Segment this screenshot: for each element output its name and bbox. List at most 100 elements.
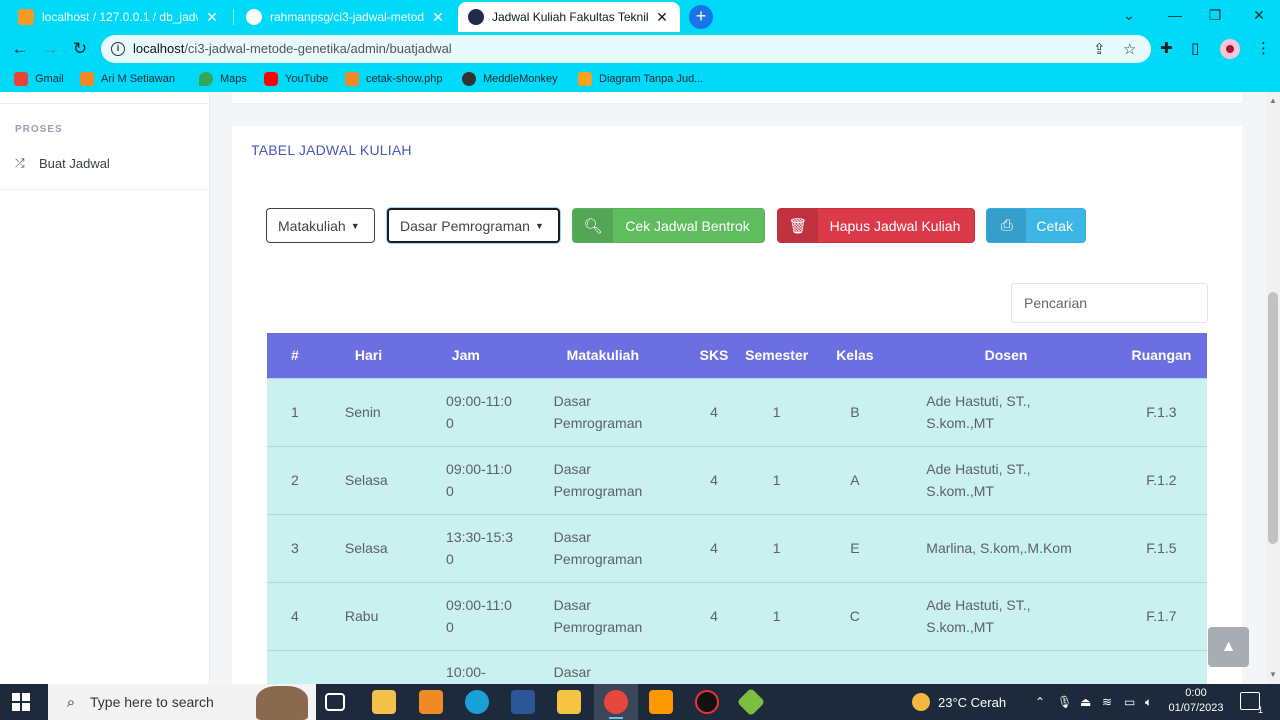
table-row[interactable]: 2 Selasa 09:00-11:00 Dasar Pemrograman 4… [267, 445, 1207, 514]
wifi-icon[interactable]: ≋ [1102, 684, 1112, 720]
site-favicon-icon [468, 9, 484, 25]
tab-search-icon[interactable]: ⌄ [1106, 0, 1152, 32]
delete-schedule-button[interactable]: 🗑︎ Hapus Jadwal Kuliah [777, 208, 975, 243]
bookmark-ari[interactable]: Ari M Setiawan [80, 71, 175, 87]
weather-widget[interactable]: 23°C Cerah [912, 684, 1006, 720]
site-info-icon[interactable]: i [111, 42, 125, 56]
edge-icon[interactable] [465, 690, 489, 714]
bookmark-label: Maps [220, 73, 247, 85]
dropdown-label: Matakuliah [278, 217, 346, 234]
column-header[interactable]: Hari [322, 333, 415, 378]
table-row[interactable]: 10:00- Dasar [267, 649, 1207, 684]
column-header[interactable]: Ruangan [1115, 333, 1207, 378]
bookmark-label: Diagram Tanpa Jud... [599, 73, 704, 85]
trash-icon: 🗑︎ [778, 209, 818, 242]
tab-phpmyadmin[interactable]: localhost / 127.0.0.1 / db_jadwal ✕ [8, 2, 230, 32]
reload-icon[interactable]: ↻ [68, 38, 92, 60]
caret-down-icon: ▼ [350, 220, 360, 231]
profile-avatar[interactable] [1220, 39, 1240, 59]
microphone-icon[interactable]: 🎙︎ [1057, 684, 1072, 720]
xampp-icon[interactable] [419, 690, 443, 714]
close-window-icon[interactable]: ✕ [1236, 0, 1280, 32]
column-header[interactable]: Jam [414, 333, 518, 378]
caret-down-icon: ▼ [534, 220, 544, 231]
url-text[interactable]: localhost/ci3-jadwal-metode-genetika/adm… [133, 41, 452, 56]
menu-kebab-icon[interactable]: ⋮ [1256, 39, 1271, 57]
taskbar-search[interactable]: ⌕ Type here to search [48, 684, 316, 720]
print-button[interactable]: ⎙ Cetak [986, 208, 1086, 243]
bookmark-gmail[interactable]: Gmail [14, 71, 64, 87]
table-row[interactable]: 4 Rabu 09:00-11:00 Dasar Pemrograman 4 1… [267, 581, 1207, 650]
battery-icon[interactable]: ▭ [1124, 684, 1135, 720]
filter-value-dropdown[interactable]: Dasar Pemrograman ▼ [387, 208, 560, 243]
tray-overflow-icon[interactable]: ⌃ [1035, 684, 1045, 720]
bookmark-label: Gmail [35, 73, 64, 85]
file-explorer-icon[interactable] [557, 690, 581, 714]
sidebar-item-buat-jadwal[interactable]: ⤮ Buat Jadwal [15, 156, 110, 171]
scroll-to-top-button[interactable]: ▲ [1208, 627, 1249, 667]
bookmark-maps[interactable]: Maps [199, 71, 247, 87]
url-bar[interactable]: i localhost/ci3-jadwal-metode-genetika/a… [101, 35, 1151, 63]
chrome-icon[interactable] [604, 690, 628, 714]
store-icon[interactable] [372, 690, 396, 714]
cell-matakuliah: Dasar Pemrograman [517, 581, 689, 650]
restore-icon[interactable]: ❐ [1192, 0, 1238, 32]
table-row[interactable]: 1 Senin 09:00-11:00 Dasar Pemrograman 4 … [267, 377, 1207, 446]
cell-no: 2 [267, 445, 323, 514]
back-arrow-icon[interactable]: ← [8, 38, 32, 60]
page-scrollbar[interactable]: ▲ ▼ [1266, 92, 1280, 684]
notification-center-icon[interactable]: 1 [1240, 692, 1263, 715]
side-panel-icon[interactable]: ▯ [1191, 39, 1199, 57]
youtube-icon [264, 72, 278, 86]
cell-hari: Selasa [322, 513, 415, 582]
column-header[interactable]: # [267, 333, 323, 378]
column-header[interactable]: Matakuliah [517, 333, 689, 378]
bookmark-meddlemonkey[interactable]: MeddleMonkey [462, 71, 558, 87]
cell-matakuliah: Dasar Pemrograman [517, 445, 689, 514]
column-header[interactable]: Kelas [813, 333, 897, 378]
bookmark-youtube[interactable]: YouTube [264, 71, 328, 87]
card-title: TABEL JADWAL KULIAH [251, 142, 412, 158]
sublime-text-icon[interactable] [649, 690, 673, 714]
table-row[interactable]: 3 Selasa 13:30-15:30 Dasar Pemrograman 4… [267, 513, 1207, 582]
tab-github[interactable]: rahmanpsg/ci3-jadwal-metode-g ✕ [236, 2, 456, 32]
cell-matakuliah: Dasar [517, 649, 689, 684]
tab-jadwal-kuliah[interactable]: Jadwal Kuliah Fakultas Teknik ✕ [458, 2, 680, 32]
cell-kelas: A [813, 445, 897, 514]
check-conflict-button[interactable]: 🔍︎ Cek Jadwal Bentrok [572, 208, 765, 243]
task-view-icon[interactable] [325, 693, 345, 711]
forward-arrow-icon[interactable]: → [38, 38, 62, 60]
word-icon[interactable] [511, 690, 535, 714]
usb-icon[interactable]: ⏏ [1080, 684, 1091, 720]
bookmark-star-icon[interactable]: ☆ [1123, 40, 1136, 58]
windows-start-icon[interactable] [12, 693, 30, 711]
volume-icon[interactable]: 🔈︎ [1145, 684, 1152, 720]
cell-jam: 13:30-15:30 [414, 513, 518, 582]
column-header[interactable]: Semester [739, 333, 814, 378]
cell-hari: Senin [322, 377, 415, 446]
close-tab-icon[interactable]: ✕ [430, 9, 446, 26]
obs-icon[interactable] [695, 690, 719, 714]
filter-field-dropdown[interactable]: Matakuliah ▼ [266, 208, 375, 243]
button-label: Cetak [1036, 217, 1073, 234]
system-clock[interactable]: 0:00 01/07/2023 [1163, 686, 1229, 716]
search-input[interactable] [1011, 283, 1208, 323]
schedule-table: # Hari Jam Matakuliah SKS Semester Kelas… [267, 333, 1207, 684]
bookmark-label: YouTube [285, 73, 329, 85]
close-tab-icon[interactable]: ✕ [654, 9, 670, 26]
bookmark-diagram[interactable]: Diagram Tanpa Jud... [578, 71, 703, 87]
close-tab-icon[interactable]: ✕ [204, 9, 220, 26]
scroll-down-icon[interactable]: ▼ [1266, 668, 1280, 682]
extensions-icon[interactable]: ✚ [1160, 39, 1173, 57]
cell-hari: Selasa [322, 445, 415, 514]
weather-moon-icon [912, 693, 930, 711]
bookmark-cetak-show[interactable]: cetak-show.php [345, 71, 442, 87]
scrollbar-thumb[interactable] [1268, 292, 1278, 544]
column-header[interactable]: SKS [688, 333, 740, 378]
git-icon[interactable] [736, 687, 766, 717]
column-header[interactable]: Dosen [896, 333, 1116, 378]
new-tab-button[interactable]: + [689, 5, 713, 29]
scroll-up-icon[interactable]: ▲ [1266, 94, 1280, 108]
share-icon[interactable]: ⇪ [1093, 40, 1106, 58]
cell-dosen: Ade Hastuti, ST., S.kom.,MT [896, 581, 1116, 650]
